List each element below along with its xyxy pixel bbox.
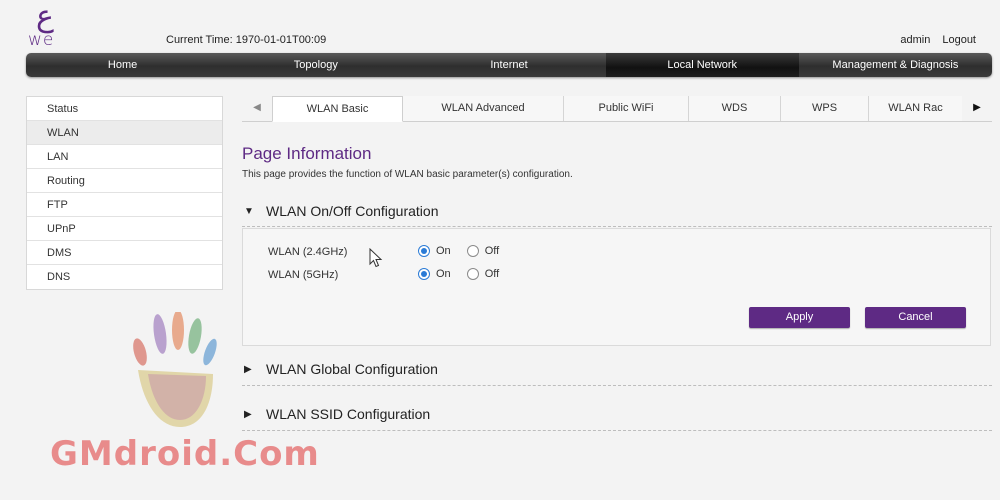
sidebar: Status WLAN LAN Routing FTP UPnP DMS DNS	[26, 96, 223, 290]
sidebar-item-wlan[interactable]: WLAN	[27, 121, 222, 145]
wlan-5ghz-label: WLAN (5GHz)	[268, 269, 339, 281]
logo-glyph: ع	[36, 0, 54, 34]
wlan-24ghz-off-radio[interactable]	[466, 245, 479, 257]
section-wlan-global[interactable]: ▶ WLAN Global Configuration	[244, 361, 438, 377]
nav-topology[interactable]: Topology	[219, 53, 412, 77]
wlan-5ghz-off-radio[interactable]	[466, 268, 479, 280]
wlan-24ghz-label: WLAN (2.4GHz)	[268, 246, 348, 258]
wlan-5ghz-on-label: On	[436, 268, 451, 280]
nav-internet[interactable]: Internet	[412, 53, 605, 77]
sidebar-item-dms[interactable]: DMS	[27, 241, 222, 265]
tab-wds[interactable]: WDS	[689, 96, 781, 121]
tab-scroll-left-icon[interactable]: ◀	[242, 96, 272, 121]
nav-home[interactable]: Home	[26, 53, 219, 77]
admin-link[interactable]: admin	[900, 34, 930, 46]
caret-down-icon: ▼	[244, 205, 254, 217]
section-wlan-onoff-label: WLAN On/Off Configuration	[266, 203, 439, 219]
sidebar-item-status[interactable]: Status	[27, 97, 222, 121]
page-title: Page Information	[242, 144, 372, 163]
tab-wlan-basic[interactable]: WLAN Basic	[272, 96, 403, 122]
page-description: This page provides the function of WLAN …	[242, 169, 573, 180]
tab-scroll-right-icon[interactable]: ▶	[962, 96, 992, 121]
wlan-24ghz-on-radio[interactable]	[418, 245, 430, 257]
logout-link[interactable]: Logout	[942, 34, 976, 46]
user-links: admin Logout	[900, 34, 976, 46]
caret-right-icon: ▶	[244, 363, 252, 375]
logo-text: we	[28, 30, 55, 50]
section-divider	[242, 430, 992, 431]
main-nav: Home Topology Internet Local Network Man…	[26, 53, 992, 77]
wlan-onoff-panel	[242, 228, 991, 346]
apply-button[interactable]: Apply	[749, 307, 850, 328]
current-time-value: 1970-01-01T00:09	[235, 34, 327, 46]
watermark-text: GMdroid.Com	[50, 434, 320, 474]
section-wlan-ssid[interactable]: ▶ WLAN SSID Configuration	[244, 406, 430, 422]
section-wlan-ssid-label: WLAN SSID Configuration	[266, 406, 431, 422]
cancel-button[interactable]: Cancel	[865, 307, 966, 328]
tab-wlan-advanced[interactable]: WLAN Advanced	[403, 96, 564, 121]
current-time: Current Time: 1970-01-01T00:09	[166, 34, 326, 46]
sub-tabs: ◀ WLAN Basic WLAN Advanced Public WiFi W…	[242, 96, 992, 122]
wlan-5ghz-off-label: Off	[484, 268, 500, 280]
sidebar-item-dns[interactable]: DNS	[27, 265, 222, 289]
wlan-24ghz-on-label: On	[436, 245, 451, 257]
mouse-pointer-icon	[369, 248, 383, 268]
sidebar-item-routing[interactable]: Routing	[27, 169, 222, 193]
caret-right-icon: ▶	[244, 408, 252, 420]
section-wlan-onoff[interactable]: ▼ WLAN On/Off Configuration	[244, 203, 438, 219]
current-time-label: Current Time:	[166, 34, 233, 46]
nav-management-diagnosis[interactable]: Management & Diagnosis	[799, 53, 992, 77]
section-divider	[242, 226, 992, 227]
watermark-hand-logo	[133, 312, 217, 427]
sidebar-item-lan[interactable]: LAN	[27, 145, 222, 169]
tab-wps[interactable]: WPS	[781, 96, 869, 121]
wlan-5ghz-radio-group: On Off	[418, 268, 515, 280]
wlan-5ghz-on-radio[interactable]	[418, 268, 430, 280]
sidebar-item-upnp[interactable]: UPnP	[27, 217, 222, 241]
nav-local-network[interactable]: Local Network	[605, 53, 799, 77]
section-wlan-global-label: WLAN Global Configuration	[266, 361, 438, 377]
tab-wlan-radio[interactable]: WLAN Rac	[869, 96, 962, 121]
sidebar-item-ftp[interactable]: FTP	[27, 193, 222, 217]
section-divider	[242, 385, 992, 386]
wlan-24ghz-radio-group: On Off	[418, 245, 515, 257]
tab-public-wifi[interactable]: Public WiFi	[564, 96, 689, 121]
wlan-24ghz-off-label: Off	[484, 245, 500, 257]
we-logo: ع we	[22, 0, 72, 51]
